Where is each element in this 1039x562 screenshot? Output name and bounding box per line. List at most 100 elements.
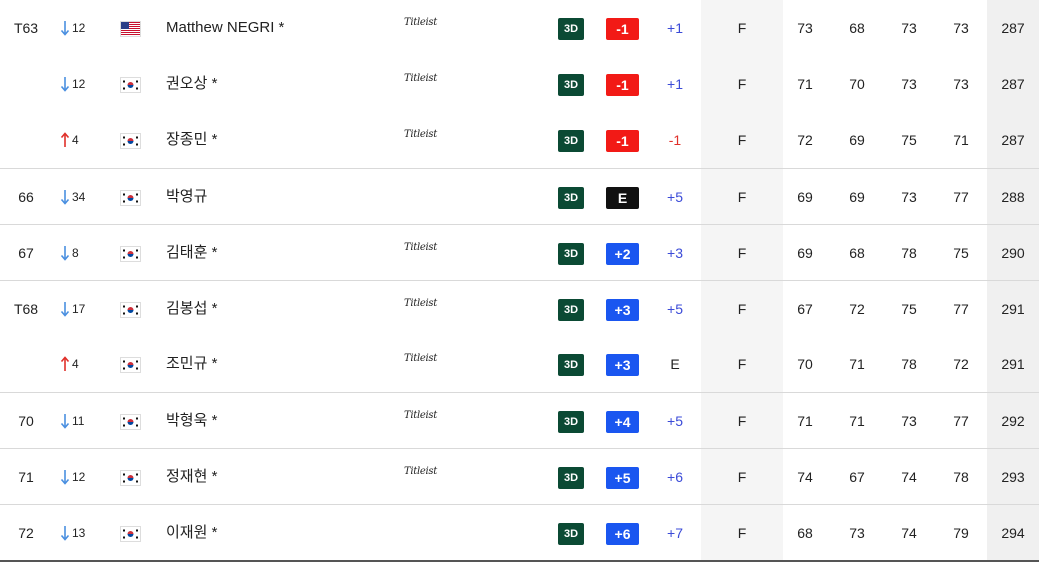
position-change-value: 12 — [72, 21, 86, 35]
kr-flag-icon — [120, 302, 141, 318]
total-strokes: 291 — [1001, 356, 1025, 372]
shot-tracker-3d-button[interactable]: 3D — [558, 354, 584, 376]
today-score: +3 — [667, 245, 683, 261]
total-score-badge: -1 — [606, 18, 639, 40]
table-row[interactable]: T68 17 김봉섭 * Titleist 3D +3 +5 F 67 72 75 77 291 — [0, 280, 1039, 337]
player-name-link[interactable]: 권오상 * — [166, 56, 386, 112]
round-4-score: 77 — [953, 413, 969, 429]
thru-cell: F — [737, 301, 747, 317]
thru-cell: F — [737, 413, 747, 429]
sponsor-logo: Titleist — [404, 410, 437, 421]
shot-tracker-3d-button[interactable]: 3D — [558, 467, 584, 489]
round-1-score: 72 — [797, 132, 813, 148]
kr-flag-icon — [120, 526, 141, 542]
position-change-value: 13 — [72, 526, 86, 540]
round-4-score: 77 — [953, 189, 969, 205]
player-name-link[interactable]: 김봉섭 * — [166, 281, 386, 337]
round-1-score: 73 — [797, 20, 813, 36]
kr-flag-icon — [120, 77, 141, 93]
shot-tracker-3d-button[interactable]: 3D — [558, 18, 584, 40]
player-name-link[interactable]: 이재원 * — [166, 505, 386, 561]
shot-tracker-3d-button[interactable]: 3D — [558, 411, 584, 433]
total-score-badge: +2 — [606, 243, 639, 265]
round-2-score: 70 — [849, 76, 865, 92]
table-row[interactable]: 72 13 이재원 * 3D +6 +7 F 68 73 74 79 294 — [0, 504, 1039, 561]
thru-cell: F — [737, 469, 747, 485]
sponsor-logo: Titleist — [404, 17, 437, 28]
player-name-link[interactable]: 박영규 — [166, 169, 386, 225]
round-1-score: 70 — [797, 356, 813, 372]
today-score: +1 — [667, 20, 683, 36]
round-1-score: 69 — [797, 245, 813, 261]
shot-tracker-3d-button[interactable]: 3D — [558, 187, 584, 209]
table-row[interactable]: 12 권오상 * Titleist 3D -1 +1 F 71 70 73 73 287 — [0, 56, 1039, 112]
round-3-score: 75 — [901, 301, 917, 317]
position-change-value: 4 — [72, 357, 79, 371]
thru-cell: F — [737, 525, 747, 541]
position-change: 11 — [60, 393, 100, 449]
total-strokes: 292 — [1001, 413, 1025, 429]
arrow-down-icon — [60, 525, 70, 541]
table-row[interactable]: T63 12 Matthew NEGRI * Titleist 3D -1 +1 F 73 68 7… — [0, 0, 1039, 56]
sponsor-logo: Titleist — [404, 353, 437, 364]
today-score: +5 — [667, 301, 683, 317]
position-change: 8 — [60, 225, 100, 281]
table-row[interactable]: 66 34 박영규 3D E +5 F 69 69 73 77 288 — [0, 168, 1039, 225]
arrow-down-icon — [60, 301, 70, 317]
total-score-badge: -1 — [606, 130, 639, 152]
arrow-down-icon — [60, 469, 70, 485]
total-score-badge: +5 — [606, 467, 639, 489]
round-3-score: 75 — [901, 132, 917, 148]
today-score: +6 — [667, 469, 683, 485]
round-2-score: 73 — [849, 525, 865, 541]
total-strokes: 287 — [1001, 132, 1025, 148]
arrow-down-icon — [60, 413, 70, 429]
table-row[interactable]: 70 11 박형욱 * Titleist 3D +4 +5 F 71 71 73 77 292 — [0, 392, 1039, 449]
round-4-score: 79 — [953, 525, 969, 541]
round-3-score: 78 — [901, 245, 917, 261]
shot-tracker-3d-button[interactable]: 3D — [558, 523, 584, 545]
position-change: 34 — [60, 169, 100, 225]
player-name-link[interactable]: 김태훈 * — [166, 225, 386, 281]
round-3-score: 74 — [901, 469, 917, 485]
today-score: +7 — [667, 525, 683, 541]
today-score: +1 — [667, 76, 683, 92]
player-name-link[interactable]: 박형욱 * — [166, 393, 386, 449]
shot-tracker-3d-button[interactable]: 3D — [558, 243, 584, 265]
round-2-score: 68 — [849, 20, 865, 36]
total-strokes: 293 — [1001, 469, 1025, 485]
thru-cell: F — [737, 132, 747, 148]
today-score: +5 — [667, 189, 683, 205]
round-2-score: 71 — [849, 356, 865, 372]
sponsor-logo: Titleist — [404, 298, 437, 309]
position-cell: T63 — [13, 20, 39, 36]
round-4-score: 72 — [953, 356, 969, 372]
position-cell: 71 — [18, 469, 34, 485]
kr-flag-icon — [120, 246, 141, 262]
round-4-score: 77 — [953, 301, 969, 317]
shot-tracker-3d-button[interactable]: 3D — [558, 299, 584, 321]
player-name-link[interactable]: 정재현 * — [166, 449, 386, 505]
kr-flag-icon — [120, 133, 141, 149]
player-name-link[interactable]: 장종민 * — [166, 112, 386, 168]
position-change-value: 12 — [72, 470, 86, 484]
sponsor-logo: Titleist — [404, 73, 437, 84]
today-score: -1 — [668, 132, 682, 148]
position-change: 13 — [60, 505, 100, 561]
table-row[interactable]: 4 장종민 * Titleist 3D -1 -1 F 72 69 75 71 287 — [0, 112, 1039, 168]
shot-tracker-3d-button[interactable]: 3D — [558, 130, 584, 152]
total-strokes: 288 — [1001, 189, 1025, 205]
total-score-badge: +3 — [606, 354, 639, 376]
round-2-score: 69 — [849, 189, 865, 205]
table-row[interactable]: 67 8 김태훈 * Titleist 3D +2 +3 F 69 68 78 75 290 — [0, 224, 1039, 281]
player-name-link[interactable]: 조민규 * — [166, 336, 386, 392]
thru-cell: F — [737, 245, 747, 261]
player-name-link[interactable]: Matthew NEGRI * — [166, 0, 386, 56]
shot-tracker-3d-button[interactable]: 3D — [558, 74, 584, 96]
round-1-score: 74 — [797, 469, 813, 485]
kr-flag-icon — [120, 357, 141, 373]
table-row[interactable]: 4 조민규 * Titleist 3D +3 E F 70 71 78 72 291 — [0, 336, 1039, 392]
table-row[interactable]: 71 12 정재현 * Titleist 3D +5 +6 F 74 67 74 78 293 — [0, 448, 1039, 505]
round-3-score: 78 — [901, 356, 917, 372]
round-2-score: 72 — [849, 301, 865, 317]
